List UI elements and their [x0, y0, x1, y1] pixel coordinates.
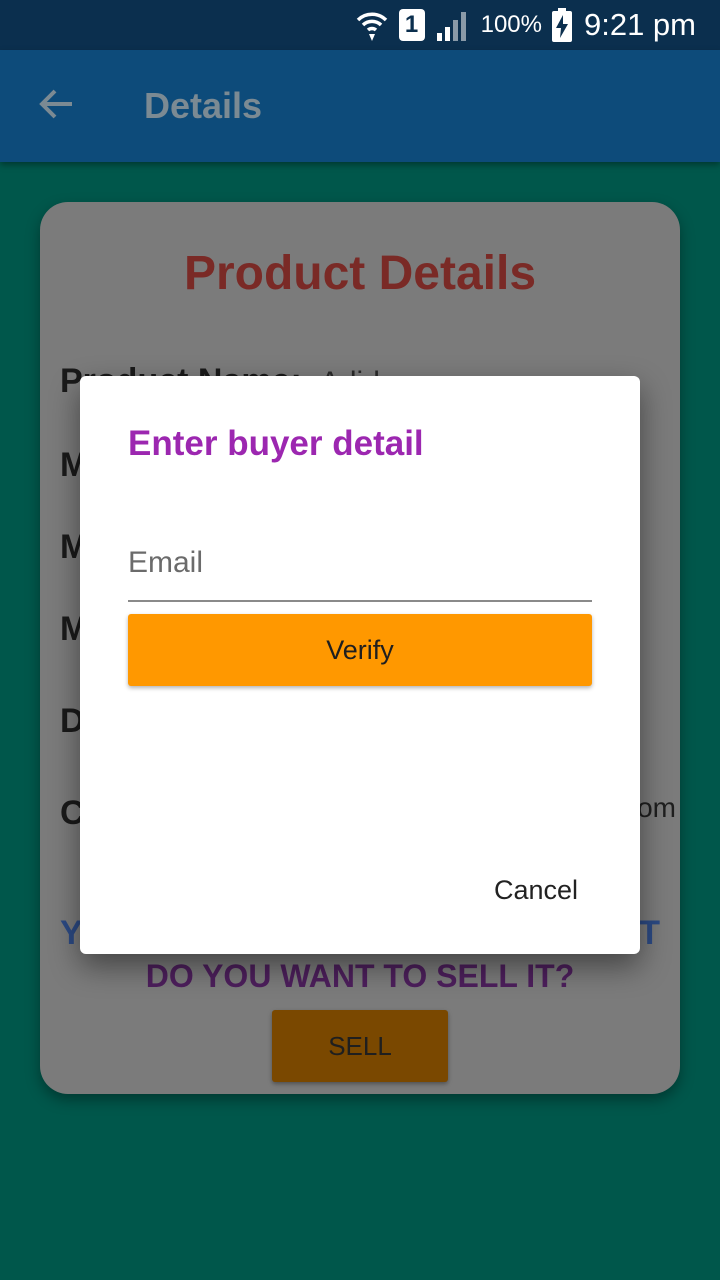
wifi-icon — [355, 8, 389, 42]
buyer-detail-dialog: Enter buyer detail Verify Cancel — [80, 376, 640, 954]
sim-icon: 1 — [398, 9, 425, 41]
sell-button[interactable]: SELL — [272, 1010, 448, 1082]
clock: 9:21 pm — [583, 7, 696, 42]
arrow-back-icon — [38, 86, 74, 127]
sim-number: 1 — [398, 9, 425, 41]
verify-button[interactable]: Verify — [128, 614, 592, 686]
page-title: Details — [144, 85, 263, 126]
ownership-message-end: T — [639, 914, 660, 952]
back-button[interactable] — [0, 50, 112, 162]
status-bar: 1 100% 9:21 pm — [0, 0, 720, 50]
app-bar: Details — [0, 50, 720, 162]
card-title: Product Details — [183, 247, 537, 300]
sell-question: DO YOU WANT TO SELL IT? — [145, 958, 575, 994]
email-input[interactable] — [128, 526, 592, 602]
signal-icon — [435, 9, 469, 41]
battery-percent: 100% — [480, 11, 542, 38]
battery-charging-icon — [551, 8, 572, 42]
dialog-title: Enter buyer detail — [128, 424, 424, 463]
email-value-tail: om — [637, 792, 676, 823]
cancel-button[interactable]: Cancel — [480, 862, 592, 918]
